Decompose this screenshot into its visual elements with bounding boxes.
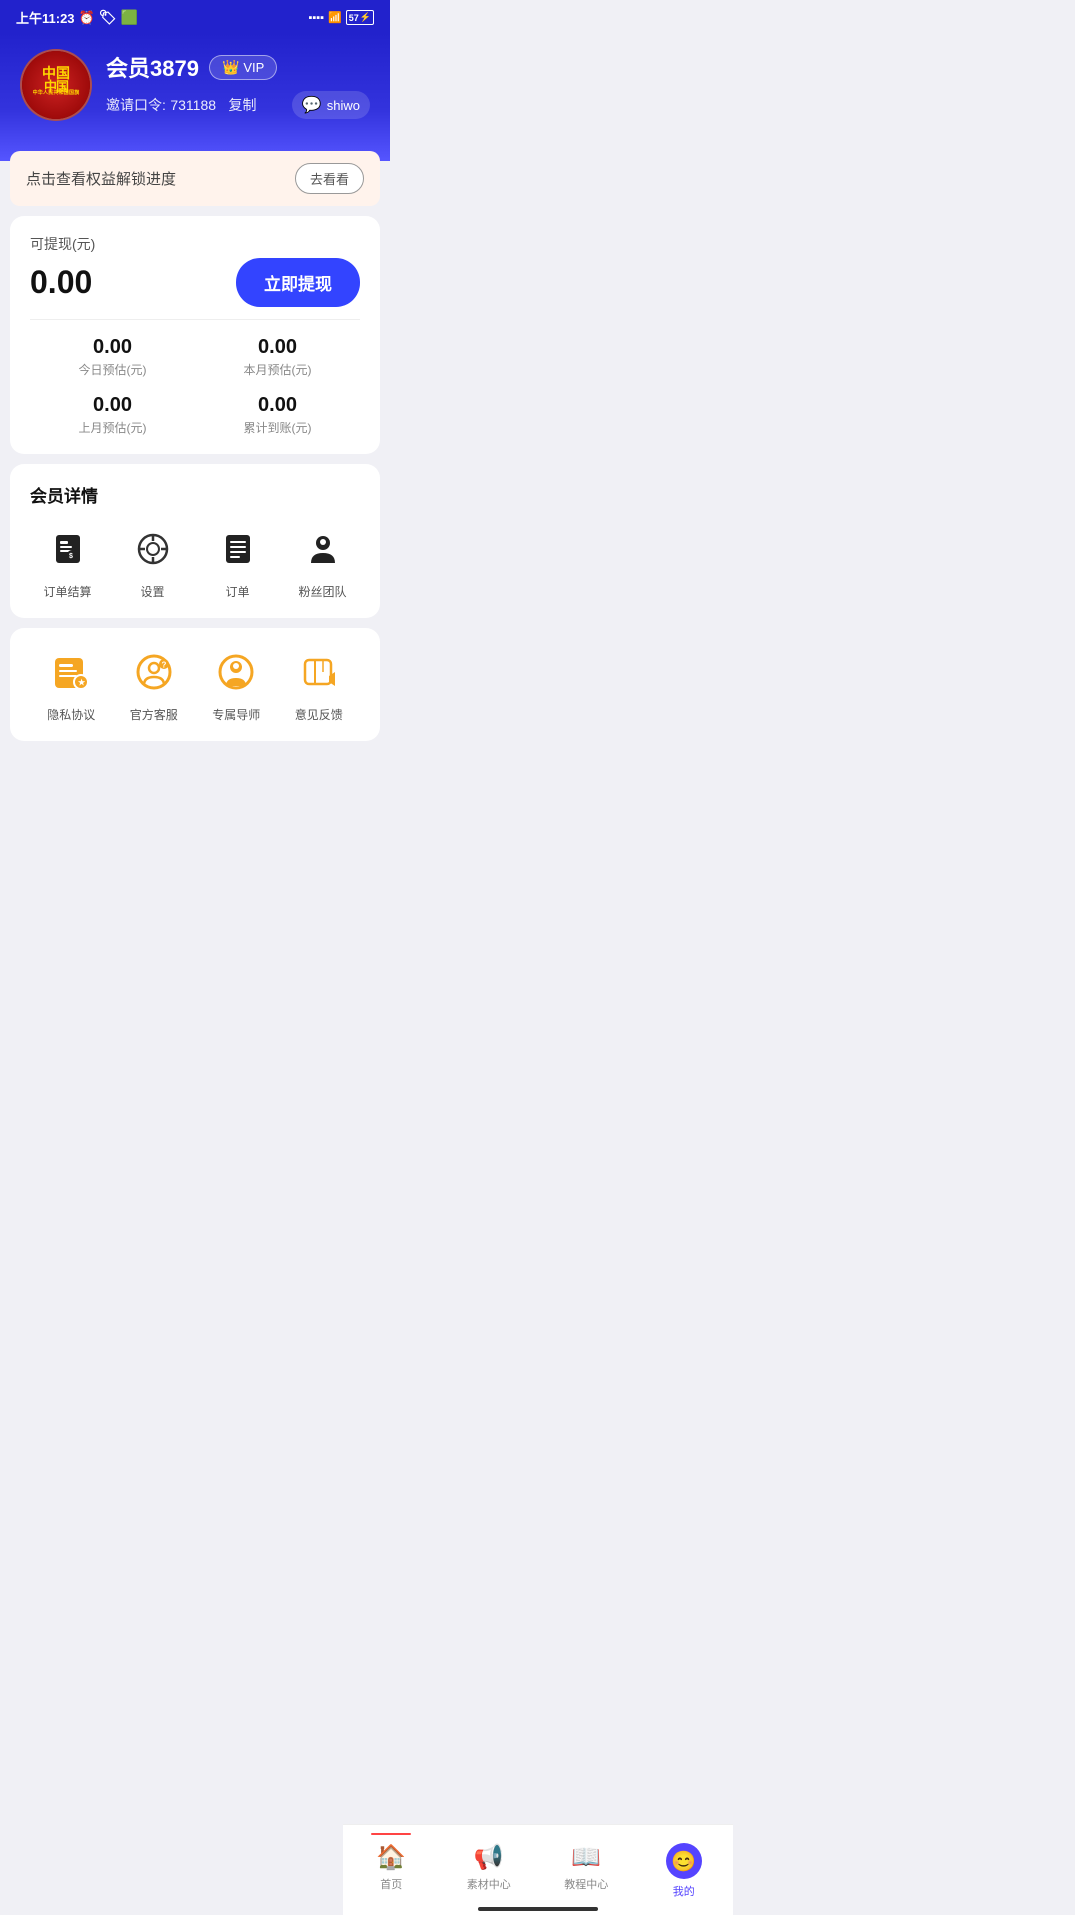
exclusive-teacher-label: 专属导师 [212,706,260,723]
home-label: 首页 [380,1876,402,1892]
stat-last-month-value: 0.00 [30,394,195,417]
feedback-item[interactable]: 意见反馈 [278,646,361,723]
stat-total: 0.00 累计到账(元) [195,394,360,436]
order-label: 订单 [225,583,249,600]
stat-last-month: 0.00 上月预估(元) [30,394,195,436]
stat-last-month-label: 上月预估(元) [30,419,195,436]
banner-button[interactable]: 去看看 [295,163,364,194]
stat-today: 0.00 今日预估(元) [30,336,195,378]
customer-service-label: 官方客服 [130,706,178,723]
order-settlement-icon: $ [42,523,94,575]
profile-info: 会员3879 👑 VIP 邀请口令: 731188 复制 💬 shiwo [106,51,370,119]
services-grid: ★ 隐私协议 ? 官方客服 [30,646,360,723]
svg-text:?: ? [161,661,166,670]
alarm-icon: ⏰ [79,10,95,26]
stats-grid: 0.00 今日预估(元) 0.00 本月预估(元) 0.00 上月预估(元) 0… [30,336,360,436]
shiwo-icon: 💬 [302,95,322,115]
member-section-title: 会员详情 [30,482,360,507]
status-left: 上午11:23 ⏰ 🏷 🟩 [16,8,138,27]
nav-home[interactable]: 🏠 首页 [343,1833,441,1899]
tutorial-label: 教程中心 [564,1876,608,1892]
fan-team-icon [297,523,349,575]
profile-header: 中国 中华人民共和国国旗 会员3879 👑 VIP 邀请口令: 731188 复… [0,33,390,161]
withdraw-button[interactable]: 立即提现 [236,258,360,307]
settings-icon [127,523,179,575]
avatar[interactable]: 中国 中华人民共和国国旗 [20,49,92,121]
order-item[interactable]: 订单 [200,523,275,600]
my-label: 我的 [673,1883,695,1899]
banner-text: 点击查看权益解锁进度 [26,168,176,189]
invite-row: 邀请口令: 731188 复制 💬 shiwo [106,91,370,119]
services-card: ★ 隐私协议 ? 官方客服 [10,628,380,741]
status-time: 上午11:23 [16,8,75,27]
stat-today-value: 0.00 [30,336,195,359]
nav-tutorial[interactable]: 📖 教程中心 [538,1833,636,1899]
settings-item[interactable]: 设置 [115,523,190,600]
feedback-icon [293,646,345,698]
exclusive-teacher-item[interactable]: 专属导师 [195,646,278,723]
settings-label: 设置 [140,583,164,600]
banner: 点击查看权益解锁进度 去看看 [10,151,380,206]
material-icon: 📢 [474,1843,504,1872]
withdraw-card: 可提现(元) 0.00 立即提现 0.00 今日预估(元) 0.00 本月预估(… [10,216,380,454]
status-right: ▪▪▪▪ 📶 57 ⚡ [308,10,374,25]
withdraw-row: 0.00 立即提现 [30,258,360,320]
profile-name: 会员3879 [106,51,199,83]
stat-month: 0.00 本月预估(元) [195,336,360,378]
signal-icon: ▪▪▪▪ [308,12,324,24]
privacy-policy-item[interactable]: ★ 隐私协议 [30,646,113,723]
order-settlement-item[interactable]: $ 订单结算 [30,523,105,600]
tutorial-icon: 📖 [571,1843,601,1872]
stat-total-value: 0.00 [195,394,360,417]
status-bar: 上午11:23 ⏰ 🏷 🟩 ▪▪▪▪ 📶 57 ⚡ [0,0,390,33]
nav-my[interactable]: 😊 我的 [635,1833,733,1899]
svg-text:★: ★ [78,678,86,687]
nav-material[interactable]: 📢 素材中心 [440,1833,538,1899]
shiwo-button[interactable]: 💬 shiwo [292,91,370,119]
stat-today-label: 今日预估(元) [30,361,195,378]
home-indicator [478,1907,598,1911]
notification-icon: 🏷 [99,9,117,26]
exclusive-teacher-icon [210,646,262,698]
order-settlement-label: 订单结算 [43,583,91,600]
svg-text:$: $ [69,553,73,560]
privacy-policy-icon: ★ [45,646,97,698]
invite-label: 邀请口令: [106,97,166,113]
my-icon: 😊 [666,1843,702,1879]
member-details-card: 会员详情 $ 订单结算 [10,464,380,618]
invite-code: 731188 [170,97,216,113]
fan-team-label: 粉丝团队 [298,583,346,600]
home-icon: 🏠 [376,1843,406,1872]
app-icon: 🟩 [121,9,138,26]
member-icons-grid: $ 订单结算 设置 [30,523,360,600]
fan-team-item[interactable]: 粉丝团队 [285,523,360,600]
customer-service-item[interactable]: ? 官方客服 [113,646,196,723]
customer-service-icon: ? [128,646,180,698]
bottom-nav: 🏠 首页 📢 素材中心 📖 教程中心 😊 我的 [343,1824,733,1915]
crown-icon: 👑 [222,59,239,76]
feedback-label: 意见反馈 [295,706,343,723]
copy-button[interactable]: 复制 [228,97,256,113]
nav-active-indicator [371,1833,411,1835]
withdraw-amount: 0.00 [30,264,92,301]
stat-total-label: 累计到账(元) [195,419,360,436]
battery-icon: 57 ⚡ [346,10,374,25]
order-icon [212,523,264,575]
profile-row: 中国 中华人民共和国国旗 会员3879 👑 VIP 邀请口令: 731188 复… [20,49,370,121]
material-label: 素材中心 [467,1876,511,1892]
privacy-policy-label: 隐私协议 [47,706,95,723]
stat-month-label: 本月预估(元) [195,361,360,378]
vip-badge[interactable]: 👑 VIP [209,55,277,80]
wifi-icon: 📶 [328,11,342,24]
withdraw-label: 可提现(元) [30,234,360,254]
stat-month-value: 0.00 [195,336,360,359]
